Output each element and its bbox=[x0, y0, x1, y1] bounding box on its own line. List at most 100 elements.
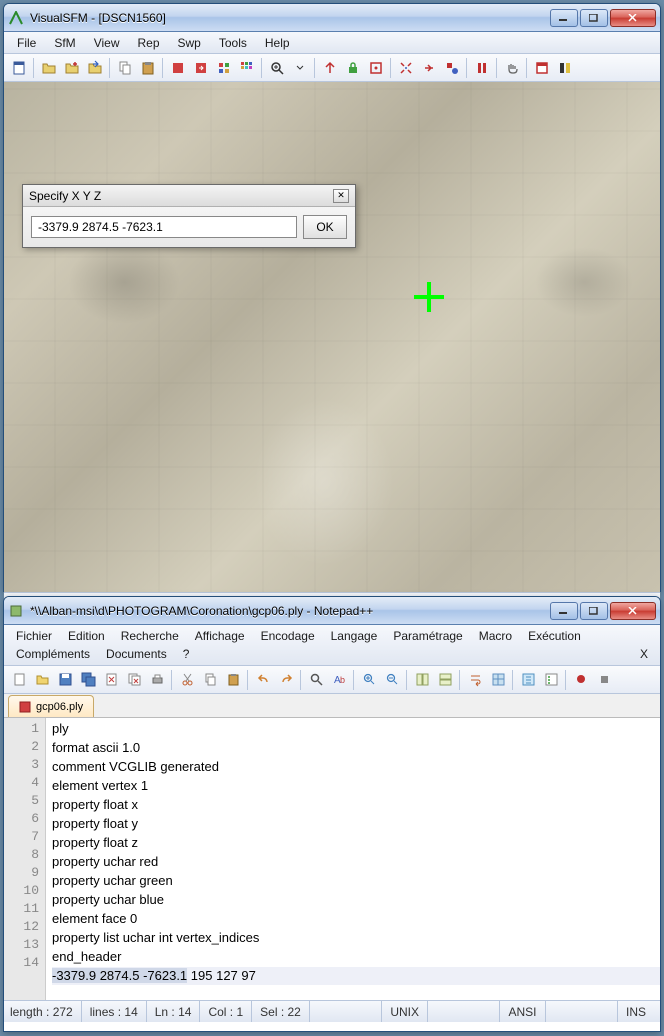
paste-icon[interactable] bbox=[137, 57, 159, 79]
replace-icon[interactable]: Ab bbox=[328, 669, 350, 691]
copy-icon[interactable] bbox=[114, 57, 136, 79]
grid2-icon[interactable] bbox=[236, 57, 258, 79]
dialog-close-button[interactable]: ✕ bbox=[333, 189, 349, 203]
new-icon[interactable] bbox=[8, 57, 30, 79]
grid-icon[interactable] bbox=[213, 57, 235, 79]
ok-button[interactable]: OK bbox=[303, 215, 347, 239]
status-mode: INS bbox=[617, 1001, 654, 1022]
print-icon[interactable] bbox=[146, 669, 168, 691]
dropdown-icon[interactable] bbox=[289, 57, 311, 79]
app-icon bbox=[8, 603, 24, 619]
cut-icon[interactable] bbox=[176, 669, 198, 691]
save-icon[interactable] bbox=[54, 669, 76, 691]
status-lines: lines : 14 bbox=[81, 1001, 146, 1022]
sync-h-icon[interactable] bbox=[434, 669, 456, 691]
open-icon[interactable] bbox=[38, 57, 60, 79]
close-all-icon[interactable] bbox=[123, 669, 145, 691]
stop-icon[interactable] bbox=[593, 669, 615, 691]
menu-affichage[interactable]: Affichage bbox=[187, 627, 253, 645]
save-all-icon[interactable] bbox=[77, 669, 99, 691]
minimize-button[interactable] bbox=[550, 602, 578, 620]
indent-icon[interactable] bbox=[517, 669, 539, 691]
window-title: *\\Alban-msi\d\PHOTOGRAM\Coronation\gcp0… bbox=[30, 604, 550, 618]
titlebar[interactable]: *\\Alban-msi\d\PHOTOGRAM\Coronation\gcp0… bbox=[4, 597, 660, 625]
file-tab[interactable]: gcp06.ply bbox=[8, 695, 94, 717]
maximize-button[interactable] bbox=[580, 9, 608, 27]
menu-complements[interactable]: Compléments bbox=[8, 645, 98, 663]
zoom-icon[interactable] bbox=[266, 57, 288, 79]
xyz-input[interactable] bbox=[31, 216, 297, 238]
menu-tools[interactable]: Tools bbox=[210, 34, 256, 52]
menu-recherche[interactable]: Recherche bbox=[113, 627, 187, 645]
guides-icon[interactable] bbox=[487, 669, 509, 691]
menu-x[interactable]: X bbox=[632, 645, 656, 663]
menu-encodage[interactable]: Encodage bbox=[253, 627, 323, 645]
menu-execution[interactable]: Exécution bbox=[520, 627, 589, 645]
shapes-icon[interactable] bbox=[441, 57, 463, 79]
new-file-icon[interactable] bbox=[8, 669, 30, 691]
menu-help[interactable]: ? bbox=[175, 645, 198, 663]
close-button[interactable] bbox=[610, 602, 656, 620]
open-file-icon[interactable] bbox=[31, 669, 53, 691]
menu-swp[interactable]: Swp bbox=[169, 34, 210, 52]
toolbar bbox=[4, 54, 660, 82]
columns-icon[interactable] bbox=[554, 57, 576, 79]
zoom-out-icon[interactable] bbox=[381, 669, 403, 691]
app-icon bbox=[8, 10, 24, 26]
undo-icon[interactable] bbox=[252, 669, 274, 691]
titlebar[interactable]: VisualSFM - [DSCN1560] bbox=[4, 4, 660, 32]
window-title: VisualSFM - [DSCN1560] bbox=[30, 11, 550, 25]
menu-view[interactable]: View bbox=[85, 34, 129, 52]
menu-fichier[interactable]: Fichier bbox=[8, 627, 60, 645]
minimize-button[interactable] bbox=[550, 9, 578, 27]
menu-macro[interactable]: Macro bbox=[471, 627, 520, 645]
tabbar: gcp06.ply bbox=[4, 694, 660, 718]
menu-edition[interactable]: Edition bbox=[60, 627, 113, 645]
hand-icon[interactable] bbox=[501, 57, 523, 79]
menu-rep[interactable]: Rep bbox=[128, 34, 168, 52]
dialog-title: Specify X Y Z bbox=[29, 189, 101, 203]
menu-help[interactable]: Help bbox=[256, 34, 299, 52]
code-area[interactable]: ply format ascii 1.0 comment VCGLIB gene… bbox=[46, 718, 660, 1000]
record-icon[interactable] bbox=[570, 669, 592, 691]
tab-label: gcp06.ply bbox=[36, 701, 83, 713]
paste-icon[interactable] bbox=[222, 669, 244, 691]
wrap-icon[interactable] bbox=[464, 669, 486, 691]
editor[interactable]: 1234567891011121314 ply format ascii 1.0… bbox=[4, 718, 660, 1000]
close-file-icon[interactable] bbox=[100, 669, 122, 691]
crosshair-marker bbox=[414, 282, 444, 312]
pause-icon[interactable] bbox=[471, 57, 493, 79]
func-list-icon[interactable] bbox=[540, 669, 562, 691]
zoom-in-icon[interactable] bbox=[358, 669, 380, 691]
status-col: Col : 1 bbox=[199, 1001, 251, 1022]
status-length: length : 272 bbox=[10, 1001, 81, 1022]
menu-parametrage[interactable]: Paramétrage bbox=[385, 627, 470, 645]
sync-v-icon[interactable] bbox=[411, 669, 433, 691]
status-encoding: ANSI bbox=[499, 1001, 544, 1022]
menu-documents[interactable]: Documents bbox=[98, 645, 175, 663]
menu-file[interactable]: File bbox=[8, 34, 45, 52]
target-icon[interactable] bbox=[365, 57, 387, 79]
menu-langage[interactable]: Langage bbox=[323, 627, 386, 645]
status-eol: UNIX bbox=[381, 1001, 427, 1022]
maximize-button[interactable] bbox=[580, 602, 608, 620]
folder-in-icon[interactable] bbox=[84, 57, 106, 79]
lock-icon[interactable] bbox=[342, 57, 364, 79]
close-button[interactable] bbox=[610, 9, 656, 27]
forward-icon[interactable] bbox=[418, 57, 440, 79]
up-arrow-icon[interactable] bbox=[319, 57, 341, 79]
menubar: Fichier Edition Recherche Affichage Enco… bbox=[4, 625, 660, 666]
viewport[interactable]: Specify X Y Z ✕ OK bbox=[4, 82, 660, 592]
open-plus-icon[interactable] bbox=[61, 57, 83, 79]
red-arrow-icon[interactable] bbox=[190, 57, 212, 79]
menubar: File SfM View Rep Swp Tools Help bbox=[4, 32, 660, 54]
find-icon[interactable] bbox=[305, 669, 327, 691]
redo-icon[interactable] bbox=[275, 669, 297, 691]
status-sel: Sel : 22 bbox=[251, 1001, 309, 1022]
copy-icon[interactable] bbox=[199, 669, 221, 691]
expand-icon[interactable] bbox=[395, 57, 417, 79]
statusbar: length : 272 lines : 14 Ln : 14 Col : 1 … bbox=[4, 1000, 660, 1022]
red-window-icon[interactable] bbox=[531, 57, 553, 79]
menu-sfm[interactable]: SfM bbox=[45, 34, 84, 52]
red-square-icon[interactable] bbox=[167, 57, 189, 79]
